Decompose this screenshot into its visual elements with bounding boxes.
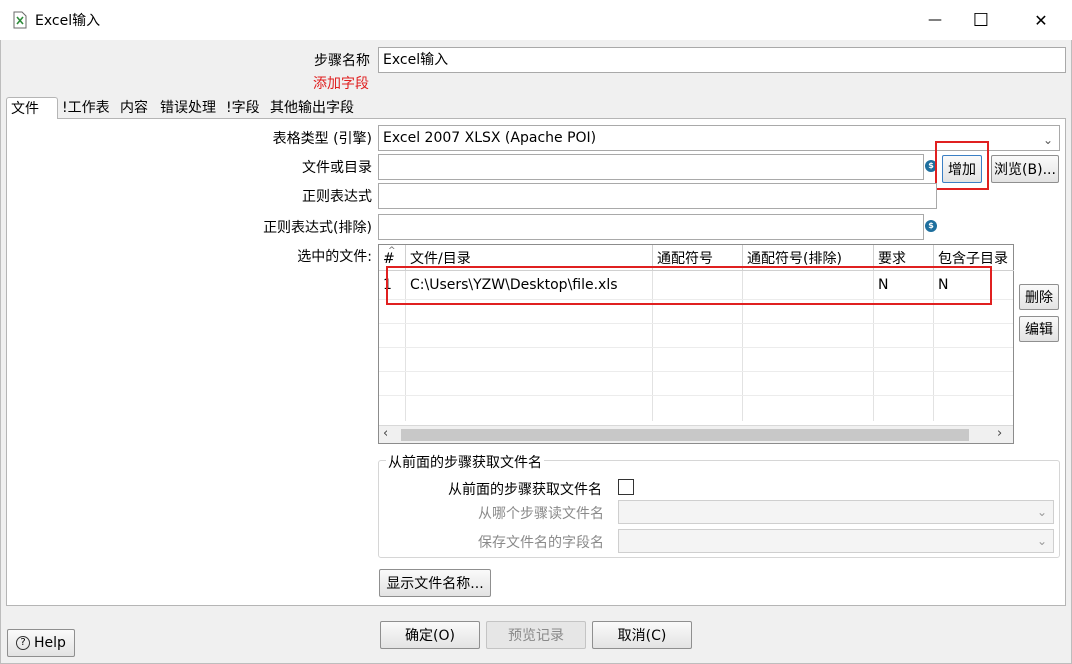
chevron-down-icon: ⌄ <box>1042 133 1053 147</box>
sort-icon: ^ <box>388 246 396 256</box>
horizontal-scrollbar[interactable]: ‹ › <box>379 425 1013 443</box>
regex-input[interactable] <box>378 183 937 209</box>
regex-exclude-label: 正则表达式(排除) <box>263 220 372 236</box>
from-previous-checkbox[interactable] <box>618 479 634 495</box>
row-divider <box>379 395 1013 396</box>
filename-field-label: 保存文件名的字段名 <box>478 535 604 551</box>
selected-files-label: 选中的文件: <box>297 249 372 265</box>
tab-sheets[interactable]: !工作表 <box>58 97 114 119</box>
scrollbar-thumb[interactable] <box>401 429 969 441</box>
minimize-icon: — <box>928 12 942 28</box>
from-previous-checkbox-label: 从前面的步骤获取文件名 <box>448 482 602 498</box>
sheet-type-value: Excel 2007 XLSX (Apache POI) <box>383 130 597 146</box>
file-or-dir-input[interactable] <box>378 154 924 180</box>
ok-button[interactable]: 确定(O) <box>380 621 480 649</box>
minimize-button[interactable]: — <box>912 0 958 40</box>
cancel-button[interactable]: 取消(C) <box>592 621 692 649</box>
browse-button[interactable]: 浏览(B)... <box>991 155 1059 183</box>
group-title: 从前面的步骤获取文件名 <box>386 452 544 472</box>
tab-error-handling[interactable]: 错误处理 <box>156 97 220 119</box>
row-divider <box>379 323 1013 324</box>
tab-additional-output-fields[interactable]: 其他输出字段 <box>266 97 358 119</box>
step-source-select[interactable]: ⌄ <box>618 500 1054 524</box>
window-title: Excel输入 <box>35 13 101 29</box>
step-name-label: 步骤名称 <box>314 53 370 69</box>
regex-label: 正则表达式 <box>302 189 372 205</box>
maximize-button[interactable]: ☐ <box>958 0 1004 40</box>
step-source-label: 从哪个步骤读文件名 <box>478 506 604 522</box>
edit-button[interactable]: 编辑 <box>1019 316 1059 342</box>
app-icon <box>12 11 28 29</box>
help-icon: ? <box>16 636 31 650</box>
add-button[interactable]: 增加 <box>942 155 982 183</box>
chevron-down-icon: ⌄ <box>1036 534 1047 548</box>
close-icon: ✕ <box>1034 10 1048 30</box>
preview-button: 预览记录 <box>486 621 586 649</box>
scroll-right-icon[interactable]: › <box>997 426 1002 441</box>
tab-fields[interactable]: !字段 <box>222 97 264 119</box>
add-fields-link[interactable]: 添加字段 <box>313 73 369 93</box>
filename-field-select[interactable]: ⌄ <box>618 529 1054 553</box>
tab-file[interactable]: 文件 <box>6 97 58 119</box>
help-label: Help <box>34 635 66 651</box>
file-or-dir-label: 文件或目录 <box>302 160 372 176</box>
delete-button[interactable]: 删除 <box>1019 284 1059 310</box>
step-name-input[interactable]: Excel输入 <box>378 47 1066 73</box>
sheet-type-label: 表格类型 (引擎) <box>272 131 372 147</box>
help-button[interactable]: ? Help <box>7 629 75 657</box>
variable-icon[interactable]: $ <box>925 220 937 232</box>
tab-content[interactable]: 内容 <box>116 97 152 119</box>
regex-exclude-input[interactable] <box>378 214 924 240</box>
highlight-box-row <box>386 266 992 305</box>
row-divider <box>379 371 1013 372</box>
chevron-down-icon: ⌄ <box>1036 505 1047 519</box>
scroll-left-icon[interactable]: ‹ <box>383 426 388 441</box>
close-button[interactable]: ✕ <box>1018 0 1064 40</box>
row-divider <box>379 347 1013 348</box>
maximize-icon: ☐ <box>972 9 990 31</box>
show-filenames-button[interactable]: 显示文件名称... <box>379 569 491 597</box>
